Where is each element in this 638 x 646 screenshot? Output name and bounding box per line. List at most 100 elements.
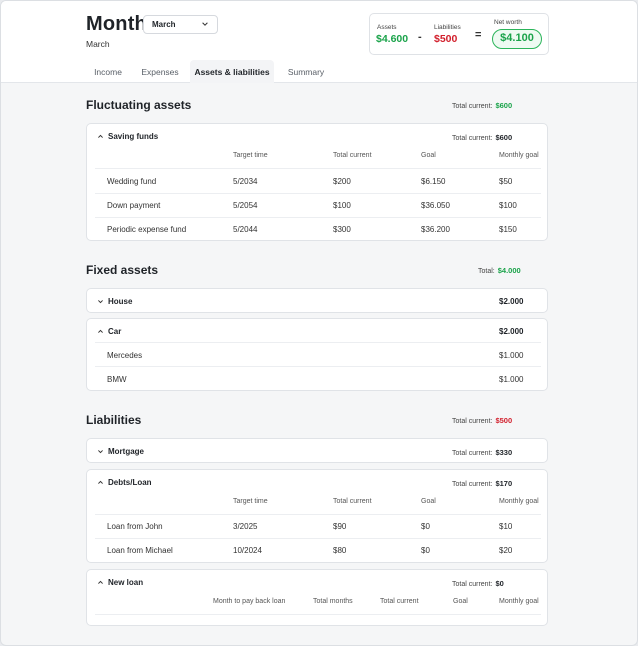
saving-funds-title: Saving funds — [108, 132, 159, 141]
loan-current: $90 — [333, 522, 347, 531]
page-title: Month — [86, 13, 147, 35]
fund-target: 5/2044 — [233, 225, 258, 234]
fixed-total-label: Total: — [478, 268, 495, 275]
fund-name: Periodic expense fund — [107, 225, 187, 234]
liabilities-label: Liabilities — [434, 24, 461, 31]
debts-total-label: Total current: — [452, 481, 493, 488]
header: Month March March Income Expenses Assets… — [1, 1, 637, 83]
car-item-name: Mercedes — [107, 351, 143, 360]
tab-summary[interactable]: Summary — [280, 60, 332, 83]
chevron-down-icon — [98, 450, 103, 454]
house-header[interactable]: House — [97, 297, 132, 306]
debts-title: Debts/Loan — [108, 478, 152, 487]
month-select-value: March — [152, 20, 176, 29]
column-header: Monthly goal — [499, 598, 539, 605]
column-header: Month to pay back loan — [213, 598, 286, 605]
chevron-up-icon — [98, 134, 103, 138]
tab-expenses[interactable]: Expenses — [136, 60, 184, 83]
new-loan-total-value: $0 — [495, 579, 504, 588]
fund-current: $200 — [333, 177, 351, 186]
new-loan-total: Total current: $0 — [452, 579, 504, 588]
mortgage-total: Total current: $330 — [452, 448, 512, 457]
fund-name: Wedding fund — [107, 177, 157, 186]
fixed-total: Total: $4.000 — [478, 266, 521, 275]
fund-target: 5/2054 — [233, 201, 258, 210]
assets-value: $4.600 — [376, 33, 409, 45]
liabilities-total-label: Total current: — [452, 418, 493, 425]
fund-goal: $6.150 — [421, 177, 446, 186]
divider — [95, 538, 541, 539]
column-header: Total months — [313, 598, 353, 605]
fixed-assets-title: Fixed assets — [86, 263, 159, 277]
divider — [95, 614, 541, 615]
house-title: House — [108, 297, 133, 306]
chevron-up-icon — [98, 329, 103, 333]
house-value: $2.000 — [499, 297, 524, 306]
saving-funds-total-label: Total current: — [452, 135, 493, 142]
net-worth-value: $4.100 — [492, 29, 542, 49]
fund-name: Down payment — [107, 201, 161, 210]
fund-current: $100 — [333, 201, 351, 210]
minus-sign: - — [418, 31, 422, 43]
column-header: Monthly goal — [499, 152, 539, 159]
saving-funds-total-value: $600 — [495, 133, 513, 142]
fixed-total-value: $4.000 — [497, 266, 521, 275]
debts-total-value: $170 — [495, 479, 513, 488]
car-value: $2.000 — [499, 327, 524, 336]
liabilities-value: $500 — [434, 33, 458, 45]
divider — [95, 366, 541, 367]
liabilities-total: Total current: $500 — [452, 416, 512, 425]
fund-monthly: $150 — [499, 225, 517, 234]
fund-current: $300 — [333, 225, 351, 234]
page-subtitle: March — [86, 39, 110, 49]
debts-card: Debts/Loan Total current: $170 Target tim… — [86, 469, 548, 563]
column-header: Monthly goal — [499, 498, 539, 505]
month-select[interactable]: March — [143, 15, 218, 34]
net-worth-label: Net worth — [494, 19, 522, 26]
car-title: Car — [108, 327, 122, 336]
divider — [95, 514, 541, 515]
column-header: Total current — [333, 152, 372, 159]
divider — [95, 193, 541, 194]
chevron-up-icon — [98, 580, 103, 584]
mortgage-title: Mortgage — [108, 447, 144, 456]
fluctuating-assets-title: Fluctuating assets — [86, 98, 192, 112]
fluctuating-total-label: Total current: — [452, 103, 493, 110]
loan-monthly: $20 — [499, 546, 513, 555]
app-window: Month March March Income Expenses Assets… — [0, 0, 638, 646]
fund-monthly: $50 — [499, 177, 513, 186]
loan-current: $80 — [333, 546, 347, 555]
debts-total: Total current: $170 — [452, 479, 512, 488]
new-loan-card: New loan Total current: $0 Month to pay b… — [86, 569, 548, 626]
saving-funds-header[interactable]: Saving funds — [97, 132, 158, 141]
house-card[interactable]: House $2.000 — [86, 288, 548, 313]
loan-name: Loan from Michael — [107, 546, 173, 555]
loan-monthly: $10 — [499, 522, 513, 531]
new-loan-header[interactable]: New loan — [97, 578, 143, 587]
car-card: Car $2.000 Mercedes $1.000 BMW $1.000 — [86, 318, 548, 391]
fluctuating-total: Total current: $600 — [452, 101, 512, 110]
fund-monthly: $100 — [499, 201, 517, 210]
mortgage-header[interactable]: Mortgage — [97, 447, 144, 456]
car-item-value: $1.000 — [499, 375, 524, 384]
loan-name: Loan from John — [107, 522, 163, 531]
loan-target: 10/2024 — [233, 546, 262, 555]
fund-goal: $36.050 — [421, 201, 450, 210]
tab-assets-liabilities[interactable]: Assets & liabilities — [190, 60, 274, 83]
loan-goal: $0 — [421, 546, 430, 555]
chevron-up-icon — [98, 480, 103, 484]
mortgage-card[interactable]: Mortgage Total current: $330 — [86, 438, 548, 463]
mortgage-total-label: Total current: — [452, 450, 493, 457]
chevron-down-icon — [202, 22, 208, 26]
saving-funds-card: Saving funds Total current: $600 Target t… — [86, 123, 548, 241]
tab-income[interactable]: Income — [86, 60, 130, 83]
column-header: Goal — [453, 598, 468, 605]
debts-header[interactable]: Debts/Loan — [97, 478, 152, 487]
saving-funds-total: Total current: $600 — [452, 133, 512, 142]
new-loan-title: New loan — [108, 578, 144, 587]
column-header: Target time — [233, 152, 268, 159]
equals-sign: = — [475, 29, 482, 41]
car-header[interactable]: Car — [97, 327, 121, 336]
car-item-value: $1.000 — [499, 351, 524, 360]
loan-goal: $0 — [421, 522, 430, 531]
